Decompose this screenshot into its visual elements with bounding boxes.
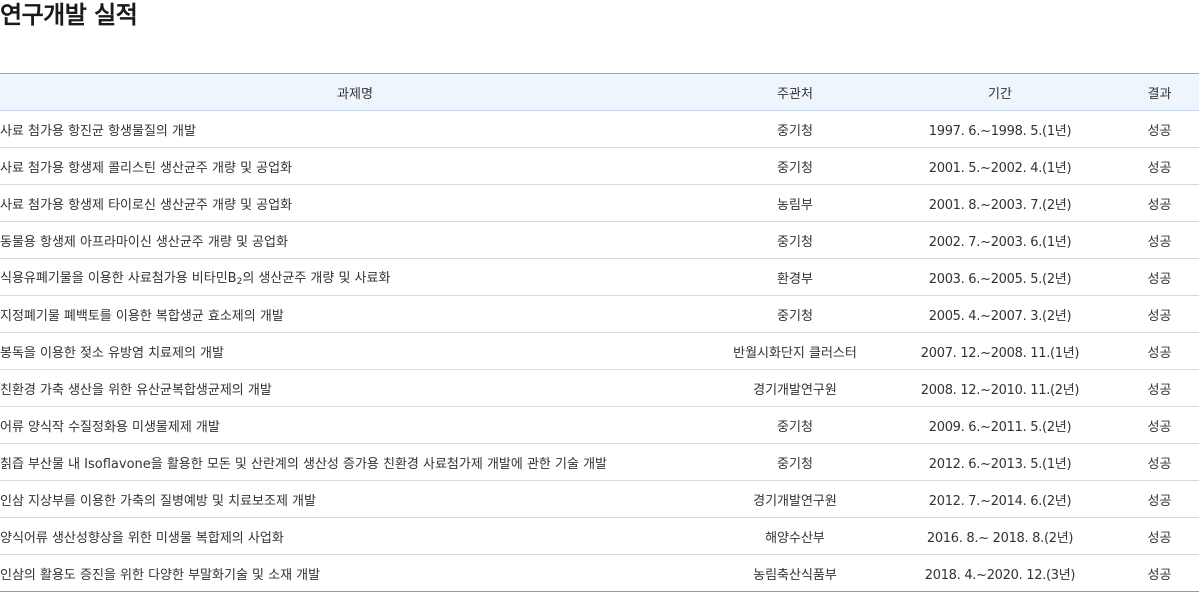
project-period: 2007. 12.~2008. 11.(1년): [880, 332, 1120, 370]
project-result: 성공: [1120, 517, 1199, 555]
table-row: 사료 첨가용 항생제 콜리스틴 생산균주 개량 및 공업화 중기청 2001. …: [0, 147, 1199, 185]
project-org: 중기청: [710, 295, 880, 333]
project-title-rest: 의 생산균주 개량 및 사료화: [242, 271, 391, 286]
project-result: 성공: [1120, 295, 1199, 333]
table-row: 인삼 지상부를 이용한 가축의 질병예방 및 치료보조제 개발 경기개발연구원 …: [0, 480, 1199, 518]
project-period: 2002. 7.~2003. 6.(1년): [880, 221, 1120, 259]
project-title: 사료 첨가용 항생제 콜리스틴 생산균주 개량 및 공업화: [0, 147, 710, 185]
project-period: 2009. 6.~2011. 5.(2년): [880, 406, 1120, 444]
table-header-row: 과제명 주관처 기간 결과: [0, 73, 1199, 111]
header-period: 기간: [880, 73, 1120, 111]
project-result: 성공: [1120, 369, 1199, 407]
project-result: 성공: [1120, 221, 1199, 259]
project-title: 어류 양식작 수질정화용 미생물제제 개발: [0, 406, 710, 444]
project-title: 칡즙 부산물 내 Isoflavone을 활용한 모돈 및 산란계의 생산성 증…: [0, 443, 710, 481]
project-result: 성공: [1120, 147, 1199, 185]
project-title: 지정폐기물 폐백토를 이용한 복합생균 효소제의 개발: [0, 295, 710, 333]
project-result: 성공: [1120, 258, 1199, 296]
project-result: 성공: [1120, 406, 1199, 444]
project-period: 1997. 6.~1998. 5.(1년): [880, 110, 1120, 148]
project-title: 친환경 가축 생산을 위한 유산균복합생균제의 개발: [0, 369, 710, 407]
table-row: 식용유폐기물을 이용한 사료첨가용 비타민B2의 생산균주 개량 및 사료화 환…: [0, 258, 1199, 296]
project-title: 사료 첨가용 항생제 타이로신 생산균주 개량 및 공업화: [0, 184, 710, 222]
project-title: 인삼 지상부를 이용한 가축의 질병예방 및 치료보조제 개발: [0, 480, 710, 518]
project-title: 봉독을 이용한 젖소 유방염 치료제의 개발: [0, 332, 710, 370]
project-period: 2001. 5.~2002. 4.(1년): [880, 147, 1120, 185]
table-row: 양식어류 생산성향상을 위한 미생물 복합제의 사업화 해양수산부 2016. …: [0, 517, 1199, 555]
rnd-results-table: 과제명 주관처 기간 결과 사료 첨가용 항진균 항생물질의 개발 중기청 19…: [0, 73, 1199, 592]
project-org: 중기청: [710, 406, 880, 444]
header-result: 결과: [1120, 73, 1199, 111]
project-result: 성공: [1120, 110, 1199, 148]
header-title: 과제명: [0, 73, 710, 111]
project-org: 중기청: [710, 443, 880, 481]
project-period: 2018. 4.~2020. 12.(3년): [880, 554, 1120, 592]
table-row: 봉독을 이용한 젖소 유방염 치료제의 개발 반월시화단지 클러스터 2007.…: [0, 332, 1199, 370]
project-org: 농림부: [710, 184, 880, 222]
project-period: 2012. 7.~2014. 6.(2년): [880, 480, 1120, 518]
project-period: 2001. 8.~2003. 7.(2년): [880, 184, 1120, 222]
project-title: 사료 첨가용 항진균 항생물질의 개발: [0, 110, 710, 148]
project-org: 중기청: [710, 221, 880, 259]
project-title: 인삼의 활용도 증진을 위한 다양한 부말화기술 및 소재 개발: [0, 554, 710, 592]
project-period: 2005. 4.~2007. 3.(2년): [880, 295, 1120, 333]
table-row: 지정폐기물 폐백토를 이용한 복합생균 효소제의 개발 중기청 2005. 4.…: [0, 295, 1199, 333]
project-period: 2003. 6.~2005. 5.(2년): [880, 258, 1120, 296]
project-period: 2012. 6.~2013. 5.(1년): [880, 443, 1120, 481]
project-result: 성공: [1120, 332, 1199, 370]
project-org: 농림축산식품부: [710, 554, 880, 592]
project-org: 환경부: [710, 258, 880, 296]
table-row: 사료 첨가용 항진균 항생물질의 개발 중기청 1997. 6.~1998. 5…: [0, 110, 1199, 148]
project-result: 성공: [1120, 184, 1199, 222]
project-period: 2008. 12.~2010. 11.(2년): [880, 369, 1120, 407]
project-result: 성공: [1120, 443, 1199, 481]
project-title-main: 식용유폐기물을 이용한 사료첨가용 비타민B: [0, 271, 237, 286]
table-row: 친환경 가축 생산을 위한 유산균복합생균제의 개발 경기개발연구원 2008.…: [0, 369, 1199, 407]
project-org: 경기개발연구원: [710, 480, 880, 518]
project-period: 2016. 8.~ 2018. 8.(2년): [880, 517, 1120, 555]
project-org: 경기개발연구원: [710, 369, 880, 407]
table-row: 동물용 항생제 아프라마이신 생산균주 개량 및 공업화 중기청 2002. 7…: [0, 221, 1199, 259]
table-row: 사료 첨가용 항생제 타이로신 생산균주 개량 및 공업화 농림부 2001. …: [0, 184, 1199, 222]
project-result: 성공: [1120, 480, 1199, 518]
project-result: 성공: [1120, 554, 1199, 592]
table-row: 칡즙 부산물 내 Isoflavone을 활용한 모돈 및 산란계의 생산성 증…: [0, 443, 1199, 481]
table-row: 인삼의 활용도 증진을 위한 다양한 부말화기술 및 소재 개발 농림축산식품부…: [0, 554, 1199, 592]
project-title: 식용유폐기물을 이용한 사료첨가용 비타민B2의 생산균주 개량 및 사료화: [0, 258, 710, 296]
table-row: 어류 양식작 수질정화용 미생물제제 개발 중기청 2009. 6.~2011.…: [0, 406, 1199, 444]
header-org: 주관처: [710, 73, 880, 111]
project-org: 반월시화단지 클러스터: [710, 332, 880, 370]
project-org: 중기청: [710, 147, 880, 185]
project-title: 양식어류 생산성향상을 위한 미생물 복합제의 사업화: [0, 517, 710, 555]
page-title: 연구개발 실적: [0, 1, 138, 29]
project-org: 중기청: [710, 110, 880, 148]
project-org: 해양수산부: [710, 517, 880, 555]
project-title: 동물용 항생제 아프라마이신 생산균주 개량 및 공업화: [0, 221, 710, 259]
